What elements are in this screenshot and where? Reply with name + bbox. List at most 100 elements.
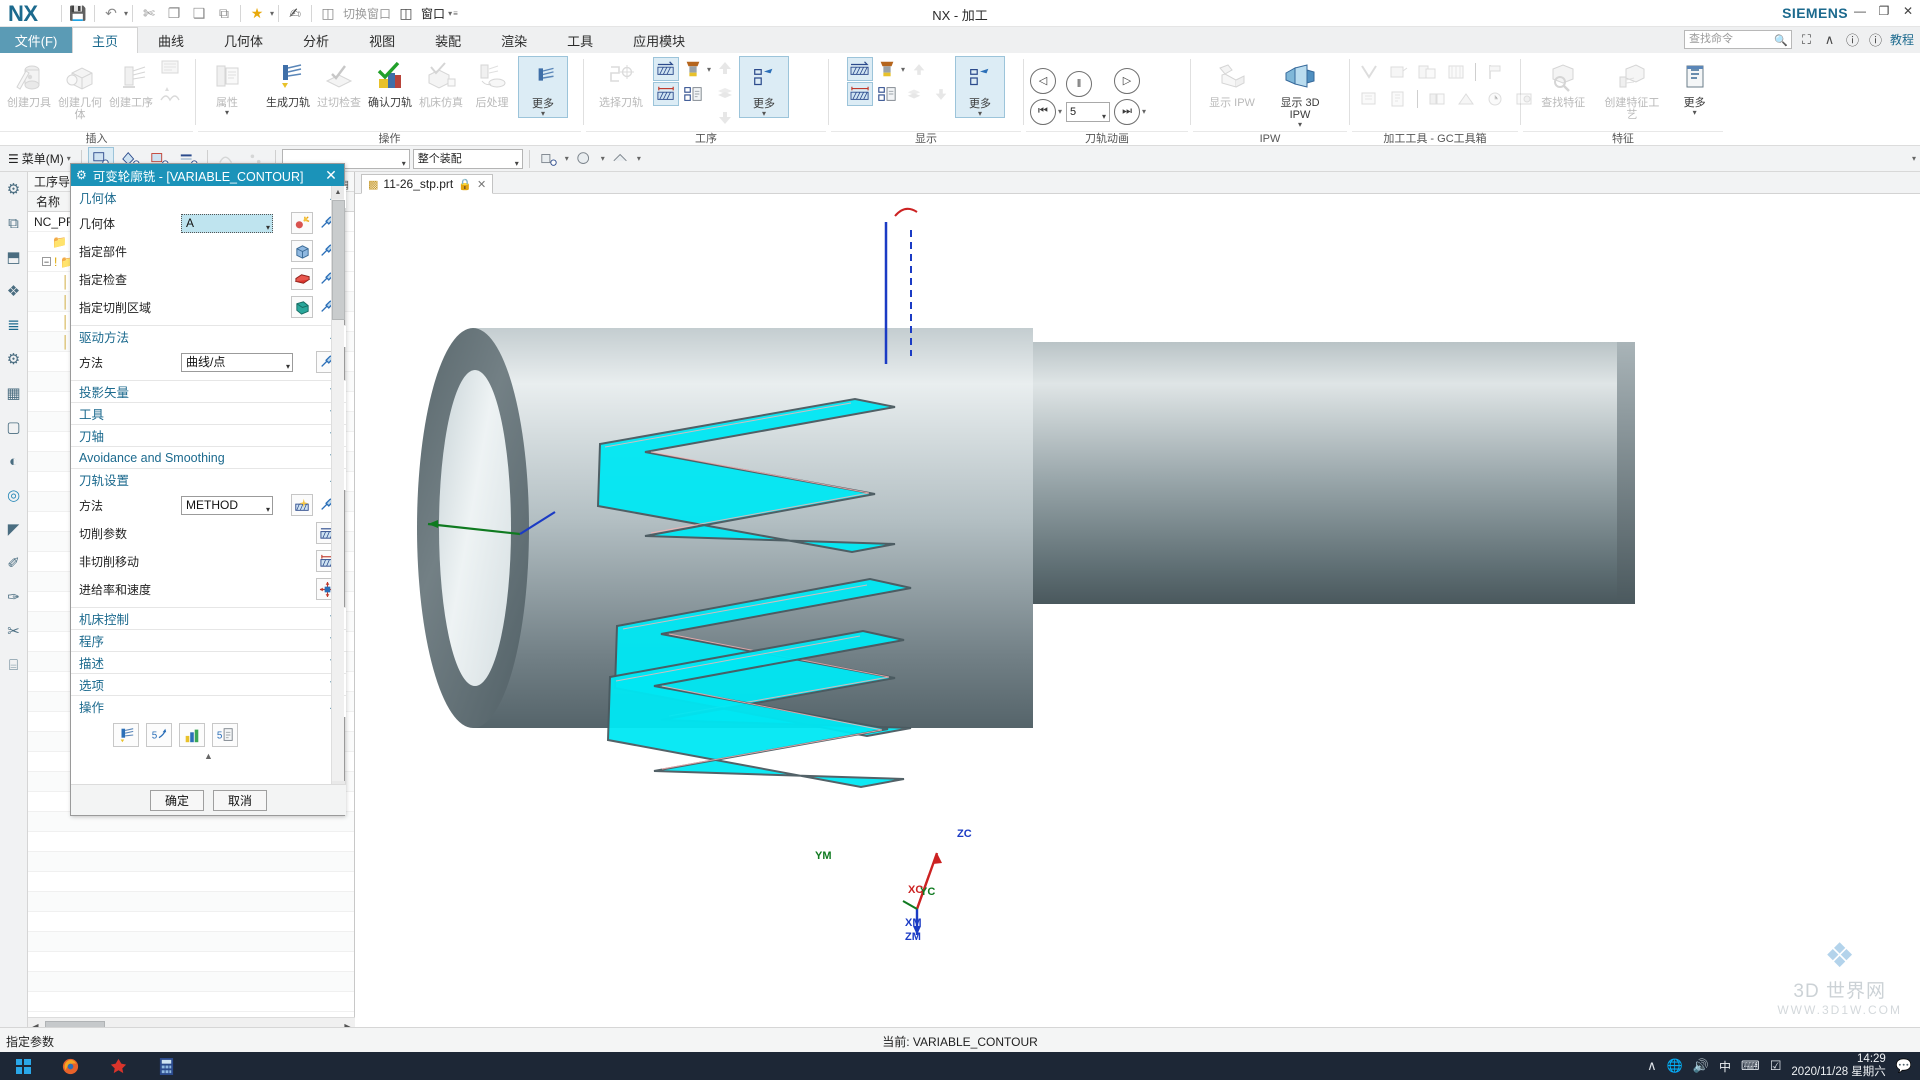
table-row[interactable]	[28, 912, 354, 932]
chevron-down-icon[interactable]: ▾	[541, 110, 545, 118]
show-hidden-icons-icon[interactable]: ∧	[1647, 1058, 1657, 1074]
tab-render[interactable]: 渲染	[481, 27, 547, 53]
new-geometry-icon[interactable]	[291, 212, 313, 234]
tutorial-link[interactable]: 教程	[1890, 31, 1914, 48]
show-ipw-button[interactable]: 显示 IPW	[1201, 56, 1263, 109]
search-icon[interactable]: 🔍	[1774, 33, 1788, 50]
tab-tools[interactable]: 工具	[547, 27, 613, 53]
keyboard-icon[interactable]: ⌨	[1741, 1058, 1760, 1074]
clock-icon[interactable]: ◤	[3, 518, 25, 540]
part-geometry-icon[interactable]	[291, 240, 313, 262]
display-shopdoc-icon[interactable]	[874, 82, 900, 106]
verify-toolpath-button[interactable]: 确认刀轨	[365, 56, 415, 109]
chevron-down-icon[interactable]: ▾	[707, 65, 711, 74]
hd3d-tools-icon[interactable]: ◐	[3, 450, 25, 472]
viewport[interactable]: YM ZC XC YC XM ZM Y X	[355, 194, 1920, 1027]
help-icon[interactable]: ⓘ	[1844, 30, 1861, 49]
section-header-geometry[interactable]: 几何体 ▲	[71, 186, 346, 208]
table-row[interactable]	[28, 872, 354, 892]
selection-extra3-icon[interactable]	[608, 147, 634, 171]
measure-icon[interactable]: ✑	[3, 586, 25, 608]
assembly-navigator-icon[interactable]: ⚙	[3, 178, 25, 200]
command-search-input[interactable]: 查找命令 🔍	[1683, 30, 1792, 50]
new-method-icon[interactable]	[291, 494, 313, 516]
table-row[interactable]	[28, 952, 354, 972]
taskbar-nx-icon[interactable]	[94, 1052, 142, 1080]
expand-collapse-icon[interactable]: −	[42, 257, 51, 267]
gc-tool7-icon[interactable]	[1385, 87, 1411, 111]
chevron-down-icon[interactable]: ▾	[978, 110, 982, 118]
windows-start-icon[interactable]	[0, 1052, 46, 1080]
display-toolpath-icon[interactable]	[847, 57, 873, 81]
section-header-options[interactable]: 选项 ▼	[71, 673, 346, 695]
maximize-button[interactable]: ❐	[1876, 3, 1892, 19]
gouge-check-button[interactable]: 过切检查	[314, 56, 364, 109]
document-tab-part[interactable]: ▩ 11-26_stp.prt 🔒 ✕	[361, 174, 494, 194]
section-header-program[interactable]: 程序 ▼	[71, 629, 346, 651]
web-browser-icon[interactable]: ▢	[3, 416, 25, 438]
geometry-select[interactable]: A ▾	[181, 213, 273, 233]
gc-tool3-icon[interactable]	[1414, 60, 1440, 84]
tab-home[interactable]: 主页	[72, 27, 139, 53]
more-process-button[interactable]: 更多 ▾	[739, 56, 790, 118]
ime-indicator[interactable]: 中	[1719, 1058, 1731, 1075]
chevron-down-icon[interactable]: ▾	[286, 358, 290, 375]
chevron-down-icon[interactable]: ▾	[1142, 107, 1146, 116]
dialog-title-bar[interactable]: ⚙ 可变轮廓铣 - [VARIABLE_CONTOUR] ✕	[71, 164, 344, 186]
create-geometry-button[interactable]: 创建几何体	[55, 56, 105, 121]
input-method-icon[interactable]: ☑	[1770, 1058, 1782, 1074]
animate-first-button[interactable]: ⏮	[1030, 98, 1056, 125]
variable-contour-dialog[interactable]: ⚙ 可变轮廓铣 - [VARIABLE_CONTOUR] ✕ 几何体 ▲ 几何体…	[70, 163, 346, 816]
chevron-down-icon[interactable]: ▾	[1058, 107, 1062, 116]
section-header-projection-vector[interactable]: 投影矢量 ▼	[71, 380, 346, 402]
minimize-button[interactable]: —	[1852, 3, 1868, 19]
chevron-down-icon[interactable]: ▾	[402, 155, 406, 173]
shop-doc-icon[interactable]	[680, 82, 706, 106]
part-navigator-icon[interactable]: ⬒	[3, 246, 25, 268]
scrollbar-thumb[interactable]	[332, 200, 345, 320]
tab-analysis[interactable]: 分析	[283, 27, 349, 53]
arrow-up-icon[interactable]	[712, 56, 738, 80]
section-header-drive-method[interactable]: 驱动方法 ▲	[71, 325, 346, 347]
chevron-down-icon[interactable]: ▾	[762, 110, 766, 118]
drive-method-select[interactable]: 曲线/点 ▾	[181, 352, 293, 375]
clock[interactable]: 14:29 2020/11/28 星期六	[1791, 1053, 1885, 1079]
section-header-tool-axis[interactable]: 刀轴 ▼	[71, 424, 346, 446]
gc-tool10-icon[interactable]	[1482, 87, 1508, 111]
graphics-area[interactable]: ▩ 11-26_stp.prt 🔒 ✕ YM ZC XC YC XM ZM ❖ …	[355, 172, 1920, 1027]
collapse-ribbon-icon[interactable]: ∧	[1821, 32, 1838, 48]
more-display-button[interactable]: 更多 ▾	[955, 56, 1005, 118]
volume-icon[interactable]: 🔊	[1693, 1058, 1709, 1074]
notifications-icon[interactable]: 💬	[1896, 1058, 1912, 1074]
create-feature-process-button[interactable]: 创建特征工艺	[1602, 56, 1663, 121]
cut-area-geometry-icon[interactable]	[291, 296, 313, 318]
chevron-down-icon[interactable]: ▾	[515, 155, 519, 173]
process-studio-icon[interactable]: ◎	[3, 484, 25, 506]
create-operation-button[interactable]: 创建工序	[106, 56, 156, 109]
cut-region-icon[interactable]	[653, 57, 679, 81]
report-icon[interactable]: ⌸	[3, 654, 25, 676]
chevron-down-icon[interactable]: ▾	[901, 65, 905, 74]
chevron-down-icon[interactable]: ▾	[637, 154, 641, 163]
table-row[interactable]	[28, 932, 354, 952]
more-operation-button[interactable]: 更多 ▾	[518, 56, 568, 118]
method-select[interactable]: METHOD ▾	[181, 495, 273, 515]
info-icon[interactable]: ⓘ	[1867, 30, 1884, 49]
close-icon[interactable]: ✕	[323, 167, 339, 184]
reuse-library-icon[interactable]: ❖	[3, 280, 25, 302]
replay-button[interactable]: 5	[146, 723, 172, 747]
chevron-down-icon[interactable]: ▾	[1298, 121, 1302, 129]
close-icon[interactable]: ✕	[477, 178, 486, 191]
gc-tool2-icon[interactable]	[1385, 60, 1411, 84]
gc-tool8-icon[interactable]	[1424, 87, 1450, 111]
fullscreen-icon[interactable]: ⛶	[1798, 32, 1815, 48]
generate-button[interactable]	[113, 723, 139, 747]
tab-view[interactable]: 视图	[349, 27, 415, 53]
tab-file[interactable]: 文件(F)	[0, 27, 72, 53]
color-picker-icon[interactable]: ✐	[3, 552, 25, 574]
animate-pause-button[interactable]: ‖	[1066, 70, 1093, 97]
table-row[interactable]	[28, 892, 354, 912]
display-layers-icon[interactable]	[901, 82, 927, 106]
gc-tool4-icon[interactable]	[1443, 60, 1469, 84]
check-geometry-icon[interactable]	[291, 268, 313, 290]
